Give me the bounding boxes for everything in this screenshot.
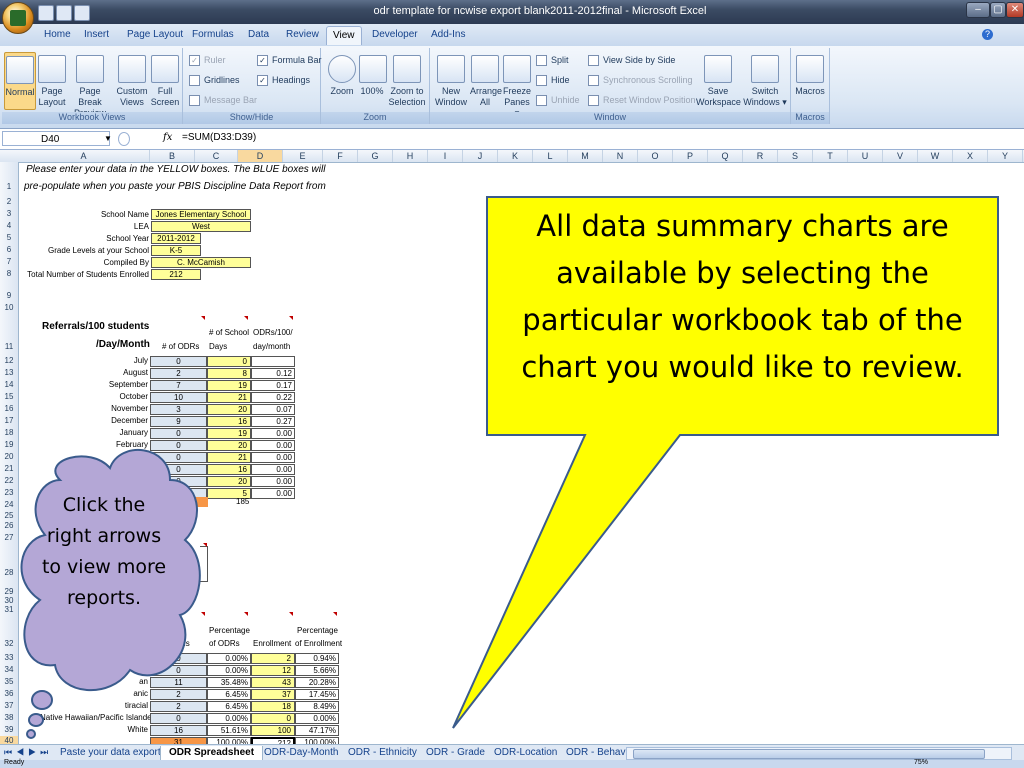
cloud-text: Click the right arrows to view more repo… — [41, 494, 167, 609]
office-button[interactable] — [2, 2, 34, 34]
callout-text: All data summary charts are available by… — [521, 209, 964, 384]
excel-logo-icon — [10, 10, 26, 26]
